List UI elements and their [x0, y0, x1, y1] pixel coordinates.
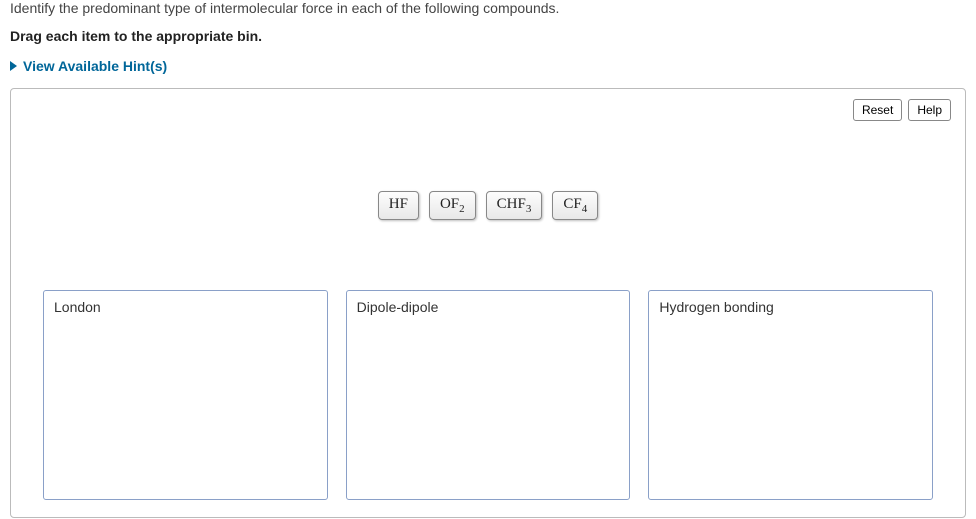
- hints-label: View Available Hint(s): [23, 58, 167, 74]
- item-sub: 4: [582, 203, 588, 215]
- instruction-text: Drag each item to the appropriate bin.: [10, 28, 966, 44]
- workspace: Reset Help HF OF2 CHF3 CF4 London Dipole…: [10, 88, 966, 518]
- drag-item-cf4[interactable]: CF4: [552, 191, 598, 220]
- question-text: Identify the predominant type of intermo…: [10, 0, 966, 16]
- bin-label: Hydrogen bonding: [659, 299, 922, 315]
- help-button[interactable]: Help: [908, 99, 951, 121]
- item-main: HF: [389, 196, 408, 212]
- item-main: OF: [440, 196, 459, 212]
- bin-hydrogen-bonding[interactable]: Hydrogen bonding: [648, 290, 933, 500]
- drag-item-hf[interactable]: HF: [378, 191, 419, 220]
- item-sub: 2: [459, 203, 465, 215]
- item-main: CHF: [497, 196, 526, 212]
- bin-dipole-dipole[interactable]: Dipole-dipole: [346, 290, 631, 500]
- item-sub: 3: [526, 203, 532, 215]
- reset-button[interactable]: Reset: [853, 99, 902, 121]
- toolbar: Reset Help: [853, 99, 951, 121]
- caret-right-icon: [10, 61, 17, 71]
- drag-item-of2[interactable]: OF2: [429, 191, 476, 220]
- view-hints-toggle[interactable]: View Available Hint(s): [10, 58, 167, 74]
- item-main: CF: [563, 196, 581, 212]
- bin-label: London: [54, 299, 317, 315]
- drag-items-area: HF OF2 CHF3 CF4: [25, 101, 951, 290]
- bins-row: London Dipole-dipole Hydrogen bonding: [25, 290, 951, 500]
- bin-label: Dipole-dipole: [357, 299, 620, 315]
- bin-london[interactable]: London: [43, 290, 328, 500]
- drag-item-chf3[interactable]: CHF3: [486, 191, 543, 220]
